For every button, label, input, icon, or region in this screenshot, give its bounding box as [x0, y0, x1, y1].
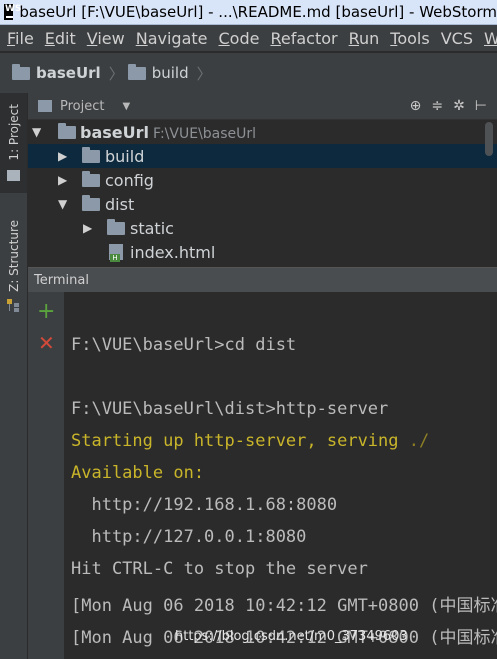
window-title: baseUrl [F:\VUE\baseUrl] - ...\README.md…	[19, 3, 497, 21]
folder-icon	[82, 194, 100, 211]
terminal-line: Available on:	[71, 463, 205, 483]
hide-panel-icon[interactable]: ⊢	[475, 98, 487, 114]
tree-item-config[interactable]: ▶ config	[28, 168, 497, 192]
locate-icon[interactable]: ⊕	[410, 98, 422, 114]
webstorm-logo-icon: WS	[4, 4, 21, 20]
chevron-right-icon[interactable]: ▶	[83, 221, 97, 235]
menu-vcs[interactable]: VCS	[441, 29, 473, 48]
tree-item-baseurl[interactable]: ▼ baseUrl F:\VUE\baseUrl	[28, 120, 497, 144]
menu-window[interactable]: W	[484, 29, 497, 48]
chevron-right-icon[interactable]: ▶	[58, 149, 72, 163]
folder-icon	[12, 63, 30, 80]
menu-edit[interactable]: Edit	[45, 29, 76, 48]
menu-file[interactable]: File	[7, 29, 34, 48]
terminal-line: Hit CTRL-C to stop the server	[71, 559, 368, 579]
project-icon	[7, 170, 20, 181]
breadcrumb-item-build[interactable]: build 〉	[127, 63, 212, 84]
dropdown-arrow-icon: ▼	[122, 100, 131, 112]
project-view-selector[interactable]: Project ▼	[38, 99, 130, 114]
terminal-line: [Mon Aug 06 2018 10:42:12 GMT+0800 (中国标准	[71, 596, 497, 616]
folder-icon	[58, 122, 76, 139]
folder-icon	[82, 170, 100, 187]
tree-item-index-html[interactable]: H index.html	[28, 240, 497, 264]
menu-run[interactable]: Run	[349, 29, 380, 48]
chevron-down-icon[interactable]: ▼	[58, 197, 72, 211]
menu-bar: File Edit View Navigate Code Refactor Ru…	[0, 25, 497, 51]
tree-item-build[interactable]: ▶ build	[28, 144, 497, 168]
folder-icon	[127, 63, 146, 80]
project-panel-header: Project ▼ ⊕ ≑ ✲ ⊢	[28, 93, 497, 120]
tree-item-dist[interactable]: ▼ dist	[28, 192, 497, 216]
menu-navigate[interactable]: Navigate	[136, 29, 208, 48]
chevron-right-icon[interactable]: ▶	[58, 173, 72, 187]
chevron-down-icon[interactable]: ▼	[32, 125, 46, 139]
chevron-right-icon: 〉	[196, 64, 212, 83]
watermark-text: https://blog.csdn.net/m0_37349603	[175, 629, 408, 644]
breadcrumb: baseUrl 〉 build 〉	[0, 52, 497, 94]
terminal-output[interactable]: F:\VUE\baseUrl>cd dist F:\VUE\baseUrl\di…	[64, 292, 497, 659]
structure-icon	[7, 299, 19, 312]
collapse-all-icon[interactable]: ≑	[431, 98, 443, 114]
menu-code[interactable]: Code	[219, 29, 260, 48]
terminal-line: http://127.0.0.1:8080	[71, 527, 307, 547]
html-file-icon: H	[109, 244, 123, 262]
folder-icon	[82, 146, 100, 163]
tree-scrollbar[interactable]	[485, 122, 493, 156]
folder-icon	[107, 218, 125, 235]
terminal-line: F:\VUE\baseUrl>cd dist	[71, 335, 297, 355]
gear-icon[interactable]: ✲	[453, 98, 465, 114]
left-tool-stripe: 1: Project Z: Structure	[0, 93, 28, 659]
project-icon	[38, 100, 52, 112]
tree-item-static[interactable]: ▶ static	[28, 216, 497, 240]
terminal-line: Starting up http-server, serving ./	[71, 431, 430, 451]
menu-view[interactable]: View	[87, 29, 125, 48]
title-bar: WS baseUrl [F:\VUE\baseUrl] - ...\README…	[0, 0, 497, 25]
terminal-header: Terminal	[28, 267, 497, 292]
terminal-toolbar: + ✕	[28, 292, 64, 659]
tab-project[interactable]: 1: Project	[0, 93, 27, 193]
plus-icon[interactable]: +	[37, 301, 55, 323]
close-icon[interactable]: ✕	[38, 333, 55, 353]
breadcrumb-item-baseurl[interactable]: baseUrl 〉	[12, 63, 124, 84]
terminal-title: Terminal	[34, 272, 89, 288]
chevron-right-icon: 〉	[108, 64, 124, 83]
terminal-line: http://192.168.1.68:8080	[71, 495, 338, 515]
menu-refactor[interactable]: Refactor	[270, 29, 337, 48]
tab-structure[interactable]: Z: Structure	[0, 211, 27, 301]
terminal-line: F:\VUE\baseUrl\dist>http-server	[71, 399, 389, 419]
project-tree: ▼ baseUrl F:\VUE\baseUrl ▶ build ▶ config…	[28, 120, 497, 267]
menu-tools[interactable]: Tools	[390, 29, 429, 48]
